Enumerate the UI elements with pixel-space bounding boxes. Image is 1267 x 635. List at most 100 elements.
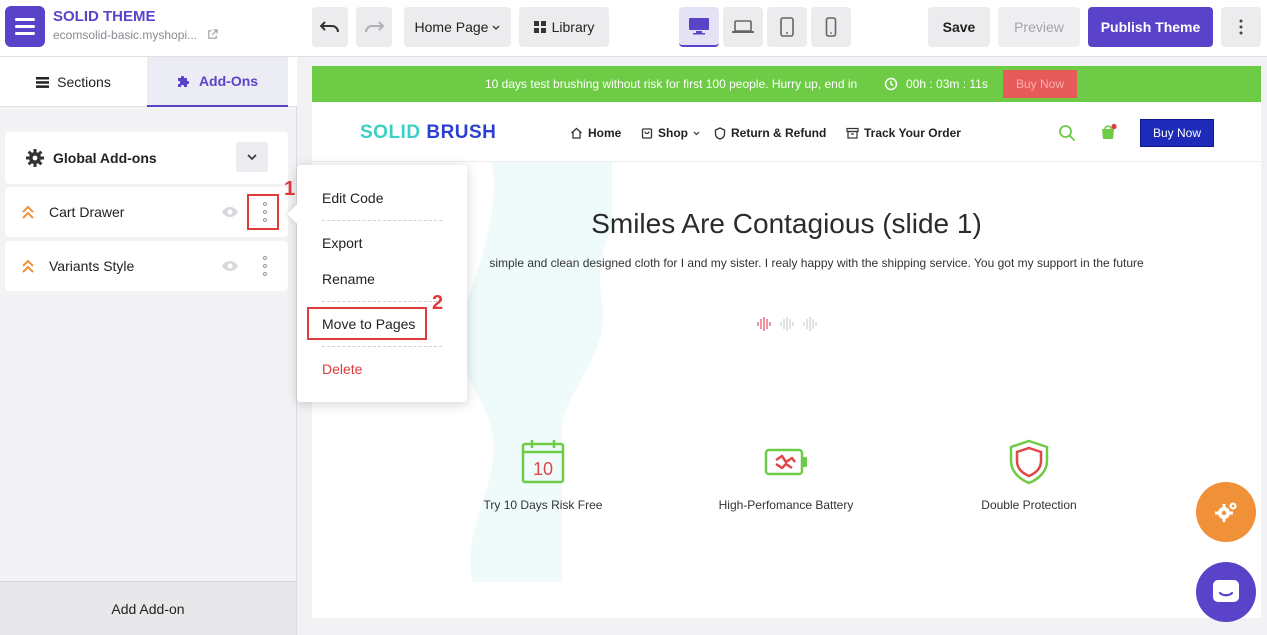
nav-label: Return & Refund bbox=[731, 126, 827, 140]
cart-icon[interactable] bbox=[1099, 123, 1117, 141]
shield-icon bbox=[714, 126, 726, 140]
global-add-ons-row[interactable]: Global Add-ons bbox=[5, 132, 288, 184]
promo-bar: 10 days test brushing without risk for f… bbox=[312, 66, 1261, 102]
add-on-label: Variants Style bbox=[49, 258, 135, 274]
preview-button[interactable]: Preview bbox=[998, 7, 1080, 47]
nav-link-return-refund[interactable]: Return & Refund bbox=[714, 126, 826, 140]
grid-icon bbox=[533, 21, 546, 33]
annotation-step-number: 1 bbox=[284, 178, 296, 200]
add-on-item-variants-style[interactable]: Variants Style bbox=[5, 241, 288, 291]
store-domain[interactable]: ecomsolid-basic.myshopi... bbox=[53, 28, 197, 42]
undo-button[interactable] bbox=[312, 7, 348, 47]
calendar-icon: 10 bbox=[521, 440, 565, 484]
chevron-down-icon bbox=[493, 25, 500, 30]
chat-fab-button[interactable] bbox=[1196, 562, 1256, 622]
slider-indicator[interactable] bbox=[756, 316, 826, 332]
menu-item-rename[interactable]: Rename bbox=[322, 271, 375, 287]
nav-buy-now-button[interactable]: Buy Now bbox=[1140, 119, 1214, 147]
feature-item: Double Protection bbox=[929, 438, 1129, 512]
feature-item: 10 Try 10 Days Risk Free bbox=[443, 438, 643, 512]
chat-icon bbox=[1213, 580, 1239, 602]
sidebar-tabs: Sections Add-Ons bbox=[0, 57, 297, 107]
feature-label: Double Protection bbox=[981, 498, 1077, 512]
chevron-down-icon bbox=[247, 154, 257, 160]
eye-icon[interactable] bbox=[221, 206, 239, 218]
tab-label: Sections bbox=[57, 74, 111, 90]
menu-divider bbox=[322, 220, 442, 221]
search-icon[interactable] bbox=[1058, 124, 1076, 142]
brand-title: SOLID THEME bbox=[53, 8, 156, 25]
add-on-context-menu: Edit Code Export Rename Move to Pages De… bbox=[287, 165, 467, 402]
top-toolbar: Home Page Library Save Preview Publish T… bbox=[297, 0, 1267, 57]
promo-buy-now-button[interactable]: Buy Now bbox=[1003, 70, 1077, 98]
device-desktop-button[interactable] bbox=[679, 7, 719, 47]
shield-icon bbox=[1009, 439, 1049, 485]
menu-item-edit-code[interactable]: Edit Code bbox=[322, 190, 383, 206]
redo-icon bbox=[365, 21, 384, 33]
countdown-timer: 00h : 03m : 11s bbox=[906, 77, 988, 91]
save-button[interactable]: Save bbox=[928, 7, 990, 47]
menu-item-export[interactable]: Export bbox=[322, 235, 362, 251]
more-vertical-icon bbox=[1239, 19, 1243, 35]
brand-header: SOLID THEME ecomsolid-basic.myshopi... bbox=[0, 0, 297, 57]
more-options-button[interactable] bbox=[1221, 7, 1261, 47]
tablet-icon bbox=[780, 17, 794, 37]
nav-label: Shop bbox=[658, 126, 688, 140]
logo-part-2: BRUSH bbox=[426, 122, 497, 143]
library-button[interactable]: Library bbox=[519, 7, 609, 47]
eye-icon[interactable] bbox=[221, 260, 239, 272]
device-mobile-button[interactable] bbox=[811, 7, 851, 47]
left-sidebar: SOLID THEME ecomsolid-basic.myshopi... S… bbox=[0, 0, 297, 635]
page-select-value: Home Page bbox=[414, 19, 489, 35]
annotation-step-number: 2 bbox=[432, 292, 444, 314]
double-chevron-up-icon[interactable] bbox=[21, 258, 35, 274]
menu-divider bbox=[322, 301, 442, 302]
promo-text: 10 days test brushing without risk for f… bbox=[485, 77, 858, 91]
gear-icon bbox=[26, 149, 44, 167]
sections-icon bbox=[36, 76, 50, 88]
calendar-number: 10 bbox=[533, 459, 553, 479]
menu-item-delete[interactable]: Delete bbox=[322, 361, 362, 377]
nav-label: Home bbox=[588, 126, 622, 140]
feature-label: High-Perfomance Battery bbox=[718, 498, 854, 512]
menu-icon[interactable] bbox=[5, 6, 45, 47]
nav-label: Track Your Order bbox=[864, 126, 961, 140]
nav-link-shop[interactable]: Shop bbox=[641, 126, 700, 140]
device-tablet-button[interactable] bbox=[767, 7, 807, 47]
add-on-label: Cart Drawer bbox=[49, 204, 125, 220]
menu-divider bbox=[322, 346, 442, 347]
logo-part-1: SOLID bbox=[360, 122, 421, 143]
laptop-icon bbox=[732, 20, 754, 33]
page-select[interactable]: Home Page bbox=[404, 7, 511, 47]
mobile-icon bbox=[825, 17, 837, 37]
add-on-item-cart-drawer[interactable]: Cart Drawer bbox=[5, 187, 288, 237]
home-icon bbox=[571, 127, 582, 139]
double-chevron-up-icon[interactable] bbox=[21, 204, 35, 220]
store-logo[interactable]: SOLID BRUSH bbox=[360, 122, 496, 144]
more-options-icon[interactable] bbox=[260, 256, 270, 276]
tab-sections[interactable]: Sections bbox=[0, 57, 147, 107]
expand-toggle[interactable] bbox=[236, 142, 268, 172]
library-label: Library bbox=[551, 19, 595, 35]
bag-icon bbox=[641, 128, 653, 139]
chevron-down-icon bbox=[693, 131, 700, 135]
tab-add-ons[interactable]: Add-Ons bbox=[147, 57, 288, 107]
external-link-icon[interactable] bbox=[207, 29, 218, 40]
publish-theme-button[interactable]: Publish Theme bbox=[1088, 7, 1213, 47]
redo-button[interactable] bbox=[356, 7, 392, 47]
global-add-ons-label: Global Add-ons bbox=[53, 150, 157, 166]
undo-icon bbox=[320, 21, 339, 33]
battery-icon bbox=[764, 448, 807, 476]
gears-icon bbox=[1215, 502, 1237, 522]
feature-label: Try 10 Days Risk Free bbox=[483, 498, 603, 512]
nav-link-home[interactable]: Home bbox=[570, 126, 621, 140]
feature-item: High-Perfomance Battery bbox=[686, 438, 886, 512]
annotation-highlight-box bbox=[307, 307, 427, 340]
add-add-on-button[interactable]: Add Add-on bbox=[0, 581, 296, 635]
puzzle-icon bbox=[177, 75, 190, 87]
settings-fab-button[interactable] bbox=[1196, 482, 1256, 542]
device-laptop-button[interactable] bbox=[723, 7, 763, 47]
nav-link-track-order[interactable]: Track Your Order bbox=[846, 126, 961, 140]
store-navbar: SOLID BRUSH Home Shop Return & Refund Tr… bbox=[312, 102, 1261, 162]
box-icon bbox=[846, 127, 859, 139]
